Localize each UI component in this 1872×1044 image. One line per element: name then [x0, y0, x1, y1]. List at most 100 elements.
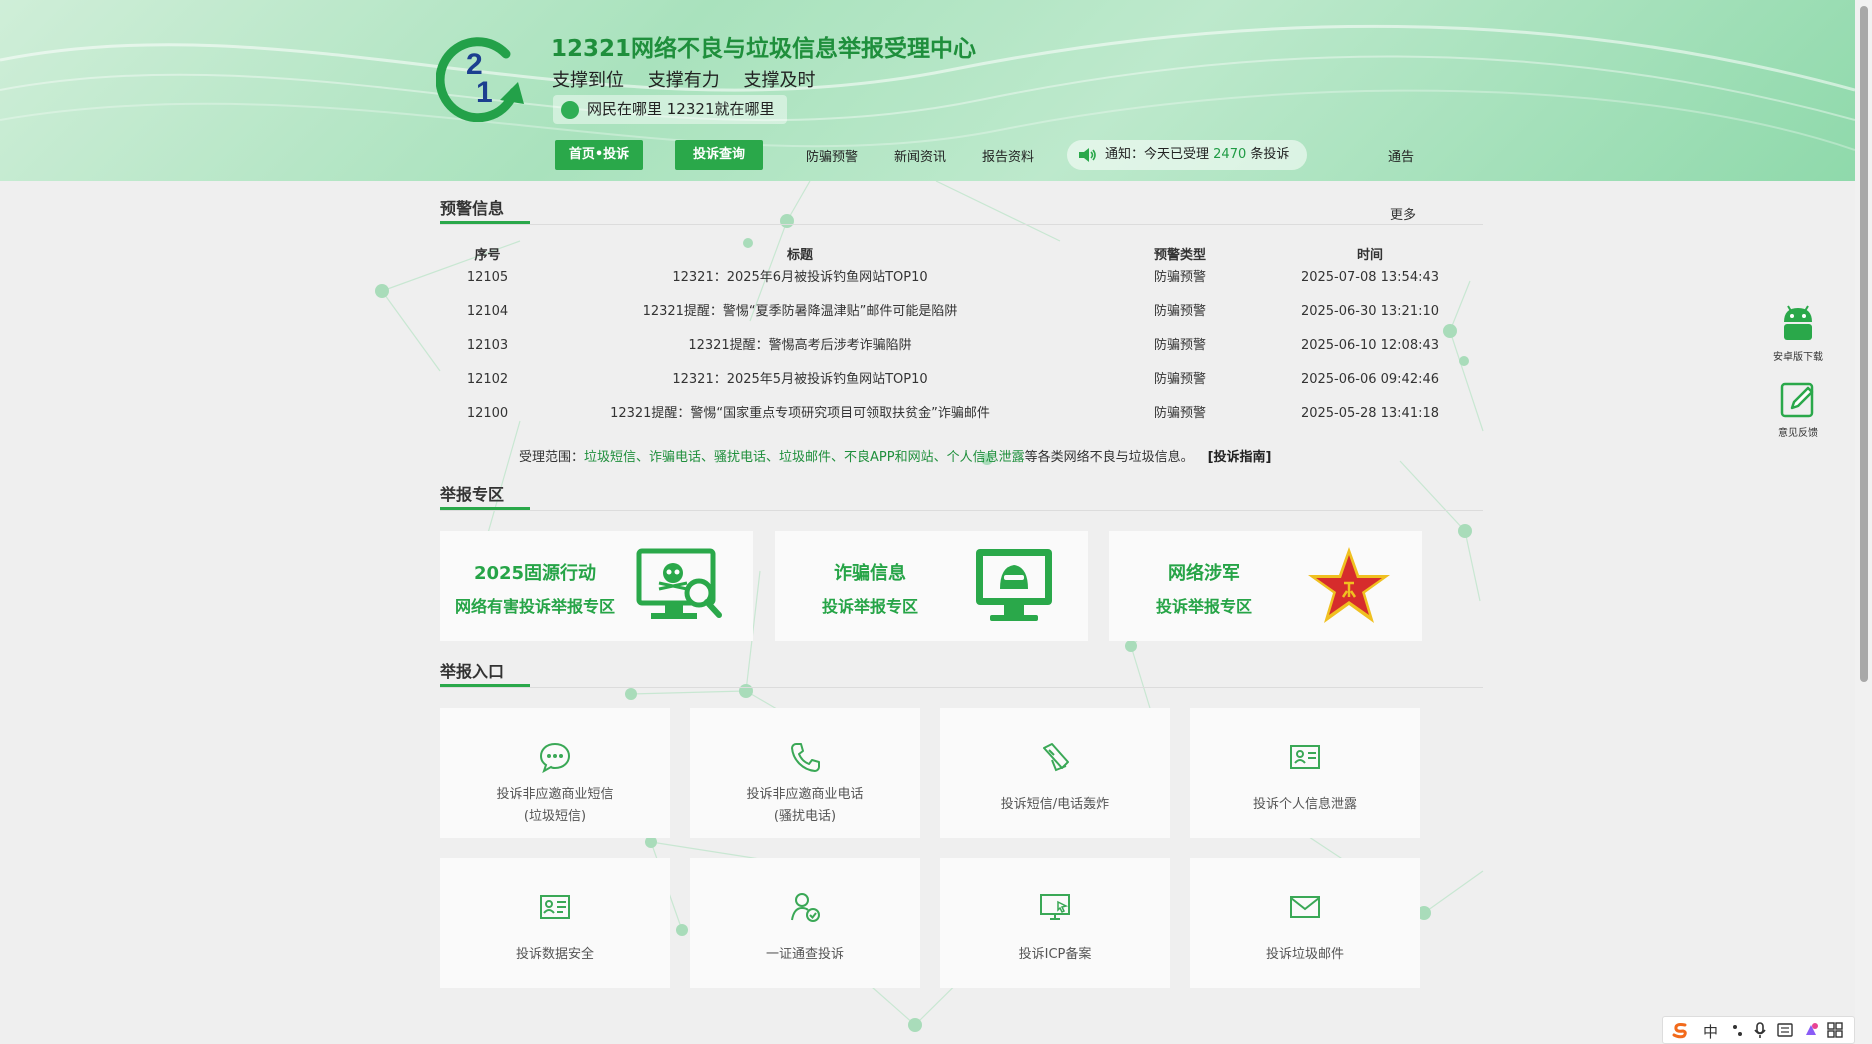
id-card-icon: [1290, 745, 1320, 769]
nav-query-button[interactable]: 投诉查询: [675, 140, 763, 170]
slogan-2: 支撑有力: [647, 70, 720, 91]
report-zone-heading-text: 举报专区: [440, 485, 505, 504]
table-row[interactable]: 12105 12321：2025年6月被投诉钓鱼网站TOP10 防骗预警 202…: [440, 267, 1483, 301]
entry-divider: [440, 687, 1483, 688]
monitor-skull-search-icon: [636, 548, 722, 619]
nav-link-news[interactable]: 新闻资讯: [894, 146, 946, 165]
row-type: 防骗预警: [1153, 304, 1206, 319]
row-type: 防骗预警: [1153, 372, 1206, 387]
military-star-icon: [1308, 547, 1390, 623]
nav-link-reports[interactable]: 报告资料: [982, 146, 1034, 165]
chat-bubble-icon: [539, 742, 571, 774]
logo-icon: 2 1: [436, 37, 524, 122]
android-download[interactable]: 安卓版下载: [1768, 302, 1828, 363]
punctuation-icon[interactable]: [1731, 1023, 1745, 1039]
warning-heading: 预警信息: [440, 195, 530, 224]
card-subtitle: 投诉举报专区: [1155, 597, 1252, 616]
card-subtitle: 投诉举报专区: [821, 597, 918, 616]
microphone-icon[interactable]: [1753, 1022, 1767, 1040]
table-row[interactable]: 12103 12321提醒：警惕高考后涉考诈骗陷阱 防骗预警 2025-06-1…: [440, 335, 1483, 369]
scope-line: 受理范围：垃圾短信、诈骗电话、骚扰电话、垃圾邮件、不良APP和网站、个人信息泄露…: [519, 446, 1272, 465]
edit-icon: [1780, 382, 1814, 418]
monitor-hacker-icon: [976, 549, 1052, 621]
monitor-cursor-icon: [1040, 894, 1070, 920]
entry-heading: 举报入口: [440, 658, 530, 687]
notice-bar[interactable]: 通知：今天已受理 2470 条投诉: [1067, 140, 1307, 170]
warning-heading-text: 预警信息: [440, 199, 505, 218]
bomb-icon: [1043, 743, 1069, 772]
row-no: 12103: [466, 338, 509, 353]
col-type: 预警类型: [1153, 248, 1206, 263]
grid-menu-icon[interactable]: [1827, 1022, 1843, 1038]
card-title: 2025固源行动: [473, 563, 597, 584]
user-check-icon: [791, 893, 820, 922]
tile-sublabel: (骚扰电话): [773, 809, 837, 824]
col-time: 时间: [1356, 248, 1383, 263]
row-title-link[interactable]: 12321：2025年5月被投诉钓鱼网站TOP10: [540, 369, 1060, 391]
scope-items[interactable]: 垃圾短信、诈骗电话、骚扰电话、垃圾邮件、不良APP和网站、个人信息泄露: [584, 450, 1025, 465]
tile-label: 投诉个人信息泄露: [1252, 797, 1357, 812]
tile-label: 投诉非应邀商业电话: [746, 787, 864, 802]
tile-label: 一证通查投诉: [765, 947, 844, 962]
ime-lang-toggle[interactable]: 中: [1703, 1021, 1718, 1042]
card-subtitle: 网络有害投诉举报专区: [454, 597, 615, 616]
slogan-1: 支撑到位: [552, 70, 624, 91]
report-zone-heading: 举报专区: [440, 481, 530, 510]
table-header: 序号 标题 预警类型 时间: [440, 245, 1483, 267]
mail-icon: [1290, 896, 1320, 918]
entry-tile-spam-mail[interactable]: 投诉垃圾邮件: [1190, 858, 1420, 988]
entry-tile-harass-call[interactable]: 投诉非应邀商业电话 (骚扰电话): [690, 708, 920, 838]
entry-tile-bombing[interactable]: 投诉短信/电话轰炸: [940, 708, 1170, 838]
tile-label: 投诉ICP备案: [1018, 947, 1092, 962]
guide-link[interactable]: [投诉指南]: [1208, 450, 1272, 465]
feedback[interactable]: 意见反馈: [1768, 380, 1828, 439]
row-no: 12100: [466, 406, 509, 421]
scrollbar-thumb[interactable]: [1860, 6, 1868, 682]
row-title-link[interactable]: 12321提醒：警惕“夏季防暑降温津贴”邮件可能是陷阱: [540, 301, 1060, 323]
report-card-fraud[interactable]: 诈骗信息 投诉举报专区: [775, 531, 1088, 641]
feedback-label: 意见反馈: [1778, 428, 1818, 439]
entry-tile-icp[interactable]: 投诉ICP备案: [940, 858, 1170, 988]
ime-toolbar: 中: [1662, 1016, 1855, 1044]
keyboard-icon[interactable]: [1777, 1023, 1793, 1037]
table-row[interactable]: 12100 12321提醒：警惕“国家重点专项研究项目可领取扶贫金”诈骗邮件 防…: [440, 403, 1483, 437]
row-title-link[interactable]: 12321：2025年6月被投诉钓鱼网站TOP10: [540, 267, 1060, 289]
warning-divider: [440, 224, 1483, 225]
nav-home-button[interactable]: 首页•投诉: [555, 140, 643, 170]
entry-tile-spam-sms[interactable]: 投诉非应邀商业短信 (垃圾短信): [440, 708, 670, 838]
slogans: 支撑到位 支撑有力 支撑及时: [552, 66, 833, 92]
entry-tile-personal-info[interactable]: 投诉个人信息泄露: [1190, 708, 1420, 838]
svg-text:1: 1: [476, 76, 493, 109]
site-title: 12321网络不良与垃圾信息举报受理中心: [551, 36, 977, 62]
data-card-icon: [540, 895, 570, 919]
entry-tile-data-security[interactable]: 投诉数据安全: [440, 858, 670, 988]
table-row[interactable]: 12102 12321：2025年5月被投诉钓鱼网站TOP10 防骗预警 202…: [440, 369, 1483, 403]
table-row[interactable]: 12104 12321提醒：警惕“夏季防暑降温津贴”邮件可能是陷阱 防骗预警 2…: [440, 301, 1483, 335]
skin-icon[interactable]: [1803, 1022, 1819, 1038]
nav-link-fraud-warning[interactable]: 防骗预警: [806, 146, 858, 165]
entry-heading-text: 举报入口: [440, 662, 505, 681]
tile-label: 投诉数据安全: [515, 947, 594, 962]
announcement-link[interactable]: 通告: [1388, 146, 1414, 165]
row-time: 2025-06-06 09:42:46: [1300, 372, 1440, 387]
card-title: 诈骗信息: [834, 563, 906, 584]
report-card-military[interactable]: 网络涉军 投诉举报专区: [1109, 531, 1422, 641]
tile-label: 投诉非应邀商业短信: [496, 787, 614, 802]
speaker-icon: [1079, 148, 1096, 162]
slogan-3: 支撑及时: [743, 70, 816, 91]
site-header: 2 1 12321网络不良与垃圾信息举报受理中心 支撑到位 支撑有力 支撑及时 …: [0, 0, 1855, 181]
report-card-guyuan[interactable]: 2025固源行动 网络有害投诉举报专区: [440, 531, 753, 641]
entry-tile-one-cert[interactable]: 一证通查投诉: [690, 858, 920, 988]
row-title-link[interactable]: 12321提醒：警惕“国家重点专项研究项目可领取扶贫金”诈骗邮件: [540, 403, 1060, 425]
row-time: 2025-06-30 13:21:10: [1300, 304, 1440, 319]
row-title-link[interactable]: 12321提醒：警惕高考后涉考诈骗陷阱: [540, 335, 1060, 357]
android-download-label: 安卓版下载: [1773, 352, 1823, 363]
card-title: 网络涉军: [1168, 563, 1240, 584]
more-link[interactable]: 更多: [1390, 204, 1416, 223]
col-no: 序号: [474, 248, 501, 263]
phone-icon: [791, 743, 820, 772]
tile-label: 投诉垃圾邮件: [1265, 947, 1344, 962]
col-title: 标题: [786, 248, 813, 263]
motto-text: 网民在哪里 12321就在哪里: [587, 100, 775, 118]
scope-suffix: 等各类网络不良与垃圾信息。: [1024, 450, 1194, 465]
